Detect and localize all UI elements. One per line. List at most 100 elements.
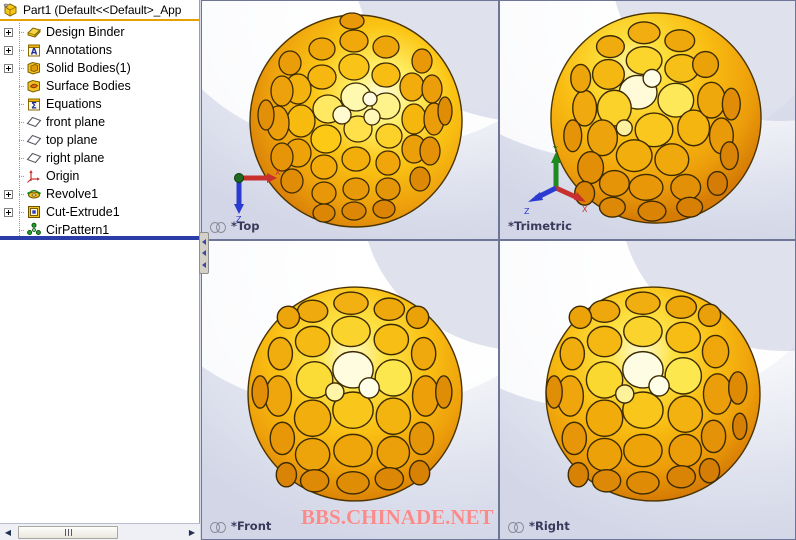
cut-extrude-icon [26, 204, 42, 220]
feature-manager-panel: Part1 (Default<<Default>_App Design Bind… [0, 0, 200, 540]
viewport-top[interactable]: X Z *Top [201, 0, 499, 240]
viewport-label-trimetric: *Trimetric [508, 219, 572, 233]
grip-line [70, 528, 72, 536]
grip-line [64, 528, 66, 536]
model-sphere[interactable] [542, 283, 764, 505]
document-title-bar: Part1 (Default<<Default>_App [0, 0, 199, 21]
tree-connector [15, 113, 26, 131]
svg-text:X: X [582, 205, 588, 214]
tree-item-label: CirPattern1 [46, 223, 110, 237]
viewport-label-text: *Trimetric [508, 219, 572, 233]
tree-connector [15, 131, 26, 149]
tree-item-top-plane[interactable]: top plane [0, 131, 199, 149]
tree-item-label: Design Binder [46, 25, 125, 39]
feature-tree[interactable]: Design Binder A Annotations Solid Bodies… [0, 23, 199, 540]
model-sphere[interactable] [244, 283, 466, 505]
axis-triad-top: X Z [227, 166, 285, 224]
watermark-text: BBS.CHINADE.NET [301, 505, 494, 529]
panel-splitter[interactable] [0, 236, 200, 240]
tree-connector [15, 149, 26, 167]
axis-triad-trimetric: Y X Z [520, 145, 592, 218]
tree-connector [15, 77, 26, 95]
tree-item-front-plane[interactable]: front plane [0, 113, 199, 131]
tree-item-label: Revolve1 [46, 187, 99, 201]
chevron-right-icon [202, 250, 206, 256]
part-document-icon [3, 2, 19, 18]
surface-bodies-icon [26, 78, 42, 94]
linked-views-icon [210, 221, 226, 233]
viewport-label-text: *Front [231, 519, 272, 533]
tree-connector [15, 167, 26, 185]
tree-item-design-binder[interactable]: Design Binder [0, 23, 199, 41]
svg-text:Y: Y [552, 145, 558, 154]
linked-views-icon [210, 521, 226, 533]
tree-item-label: Annotations [46, 43, 113, 57]
expander-icon[interactable] [4, 45, 13, 55]
revolve-icon [26, 186, 42, 202]
svg-text:A: A [31, 47, 38, 57]
tree-item-label: Cut-Extrude1 [46, 205, 120, 219]
scroll-left-arrow[interactable]: ◀ [0, 525, 16, 540]
tree-connector [15, 203, 26, 221]
tree-connector [15, 185, 26, 203]
tree-connector [15, 23, 26, 41]
document-title-text: Part1 (Default<<Default>_App [23, 2, 182, 17]
plane-icon [26, 150, 42, 166]
solidworks-window: Part1 (Default<<Default>_App Design Bind… [0, 0, 796, 540]
equations-icon: Σ [26, 96, 42, 112]
viewport-right[interactable]: Y Z *Right [499, 240, 796, 540]
tree-item-label: Surface Bodies [46, 79, 131, 93]
tree-item-label: front plane [46, 115, 106, 129]
expander-icon[interactable] [4, 27, 13, 37]
scroll-right-arrow[interactable]: ▶ [184, 525, 200, 540]
tree-horizontal-scrollbar[interactable]: ◀ ▶ [0, 523, 200, 540]
tree-item-right-plane[interactable]: right plane [0, 149, 199, 167]
expander-icon[interactable] [4, 189, 13, 199]
tree-item-label: right plane [46, 151, 105, 165]
tree-item-label: Equations [46, 97, 102, 111]
linked-views-icon [508, 521, 524, 533]
scrollbar-thumb[interactable] [18, 525, 118, 539]
viewport-label-right: *Right [508, 519, 570, 533]
graphics-area[interactable]: X Z *Top Y X Z *Trimetric *Front *Right [201, 0, 796, 540]
chevron-right-icon [202, 261, 206, 268]
design-binder-icon [26, 24, 42, 40]
chevron-right-icon [202, 238, 206, 245]
annotations-icon: A [26, 42, 42, 58]
viewport-label-text: *Top [231, 219, 260, 233]
svg-text:Z: Z [524, 207, 530, 216]
solid-bodies-icon [26, 60, 42, 76]
tree-item-revolve1[interactable]: Revolve1 [0, 185, 199, 203]
tree-item-origin[interactable]: Origin [0, 167, 199, 185]
viewport-trimetric[interactable]: Y X Z *Trimetric [499, 0, 796, 240]
tree-item-cut-extrude1[interactable]: Cut-Extrude1 [0, 203, 199, 221]
splitter-grip-handle[interactable] [199, 232, 209, 274]
viewport-label-top: *Top [210, 219, 259, 233]
tree-item-surface-bodies[interactable]: Surface Bodies [0, 77, 199, 95]
plane-icon [26, 114, 42, 130]
svg-text:Σ: Σ [31, 102, 37, 112]
expander-icon[interactable] [4, 207, 13, 217]
tree-item-annotations[interactable]: A Annotations [0, 41, 199, 59]
tree-connector [15, 41, 26, 59]
grip-line [67, 528, 69, 536]
expander-icon[interactable] [4, 63, 13, 73]
viewport-front[interactable]: Y X *Front [201, 240, 499, 540]
tree-item-label: top plane [46, 133, 98, 147]
tree-connector [15, 95, 26, 113]
plane-icon [26, 132, 42, 148]
scrollbar-track[interactable] [16, 525, 184, 540]
svg-text:X: X [275, 168, 281, 177]
tree-item-equations[interactable]: Σ Equations [0, 95, 199, 113]
tree-item-label: Solid Bodies(1) [46, 61, 131, 75]
tree-item-solid-bodies[interactable]: Solid Bodies(1) [0, 59, 199, 77]
tree-connector [15, 59, 26, 77]
tree-item-label: Origin [46, 169, 80, 183]
